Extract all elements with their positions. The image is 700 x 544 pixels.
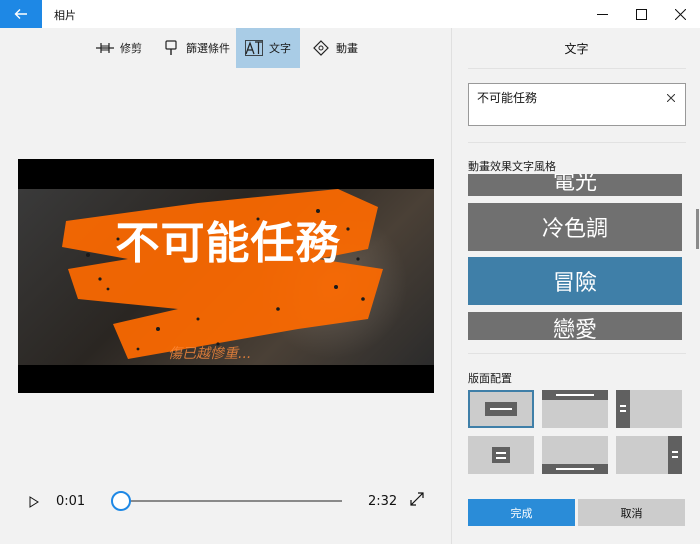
style-option[interactable]: 電光 (468, 174, 682, 196)
title-bar: 相片 (0, 0, 700, 28)
fullscreen-button[interactable] (410, 492, 428, 510)
layout-left[interactable] (616, 390, 682, 428)
minimize-icon (596, 13, 608, 15)
layout-mark-line (672, 451, 678, 453)
scrubber-thumb[interactable] (111, 491, 131, 511)
layout-mark-line (490, 408, 512, 410)
style-option-selected[interactable]: 冒險 (468, 257, 682, 305)
layout-right[interactable] (616, 436, 682, 474)
layout-mark (668, 436, 682, 474)
style-option-label: 電光 (552, 174, 597, 195)
trim-tool-button[interactable]: 修剪 (88, 28, 150, 68)
trim-icon (96, 43, 114, 53)
layout-mark-line (496, 457, 506, 459)
layout-center-selected[interactable] (468, 390, 534, 428)
video-preview[interactable]: 不可能任務 傷已越慘重... (18, 159, 434, 393)
cancel-button[interactable]: 取消 (578, 499, 685, 526)
arrow-left-icon (14, 9, 27, 19)
close-icon (667, 94, 675, 102)
video-overlay-title: 不可能任務 (115, 218, 341, 269)
text-field-value: 不可能任務 (477, 91, 538, 105)
filters-label: 篩選條件 (186, 42, 230, 55)
layout-mark-line (556, 394, 594, 396)
play-button[interactable] (24, 492, 44, 512)
filter-icon (165, 40, 177, 55)
text-panel: 文字 不可能任務 動畫效果文字風格 電光 冷色調 冒險 戀愛 版面配置 完成 取… (451, 28, 700, 544)
style-option[interactable]: 戀愛 (468, 312, 682, 340)
app-title: 相片 (54, 9, 76, 22)
filters-tool-button[interactable]: 篩選條件 (154, 28, 238, 68)
text-field[interactable]: 不可能任務 (468, 83, 686, 126)
text-style-list: 電光 冷色調 冒險 戀愛 (468, 174, 690, 340)
current-time: 0:01 (56, 494, 86, 509)
styles-heading: 動畫效果文字風格 (468, 160, 556, 173)
styles-scrollbar[interactable] (696, 209, 699, 249)
text-tool-button[interactable]: 文字 (236, 28, 300, 68)
layout-top[interactable] (542, 390, 608, 428)
layout-bottom[interactable] (542, 436, 608, 474)
style-option-label: 戀愛 (552, 318, 597, 340)
layout-mark-line (620, 410, 626, 412)
layout-mark-line (556, 468, 594, 470)
back-button[interactable] (0, 0, 42, 28)
layout-grid (468, 390, 686, 474)
layout-center-small[interactable] (468, 436, 534, 474)
close-icon (674, 8, 686, 20)
layout-mark-line (672, 456, 678, 458)
expand-icon (410, 492, 424, 506)
motion-label: 動畫 (336, 42, 358, 55)
close-window-button[interactable] (657, 0, 700, 28)
divider (468, 353, 686, 354)
style-option-label: 冒險 (552, 271, 597, 296)
play-icon (29, 496, 39, 508)
text-label: 文字 (269, 42, 291, 55)
total-time: 2:32 (368, 494, 398, 509)
motion-tool-button[interactable]: 動畫 (304, 28, 366, 68)
editor-pane: 修剪 篩選條件 文字 動畫 不可能任務 傷已越慘重... 0:01 2:32 (0, 28, 451, 544)
motion-icon (313, 40, 329, 56)
maximize-icon (635, 8, 647, 20)
text-icon (245, 40, 263, 56)
playback-scrubber[interactable] (111, 491, 342, 511)
style-option[interactable]: 冷色調 (468, 203, 682, 251)
clear-text-button[interactable] (663, 90, 679, 106)
layout-mark-line (620, 405, 626, 407)
layout-mark (616, 390, 630, 428)
layout-mark-line (496, 452, 506, 454)
style-option-label: 冷色調 (541, 217, 608, 242)
layout-heading: 版面配置 (468, 372, 512, 385)
layout-mark (492, 447, 510, 463)
video-overlay-subtitle: 傷已越慘重... (168, 346, 252, 362)
done-button[interactable]: 完成 (468, 499, 575, 526)
divider (468, 68, 686, 69)
panel-title: 文字 (564, 42, 589, 56)
trim-label: 修剪 (120, 42, 142, 55)
edit-toolbar: 修剪 篩選條件 文字 動畫 (0, 28, 451, 68)
divider (468, 142, 686, 143)
